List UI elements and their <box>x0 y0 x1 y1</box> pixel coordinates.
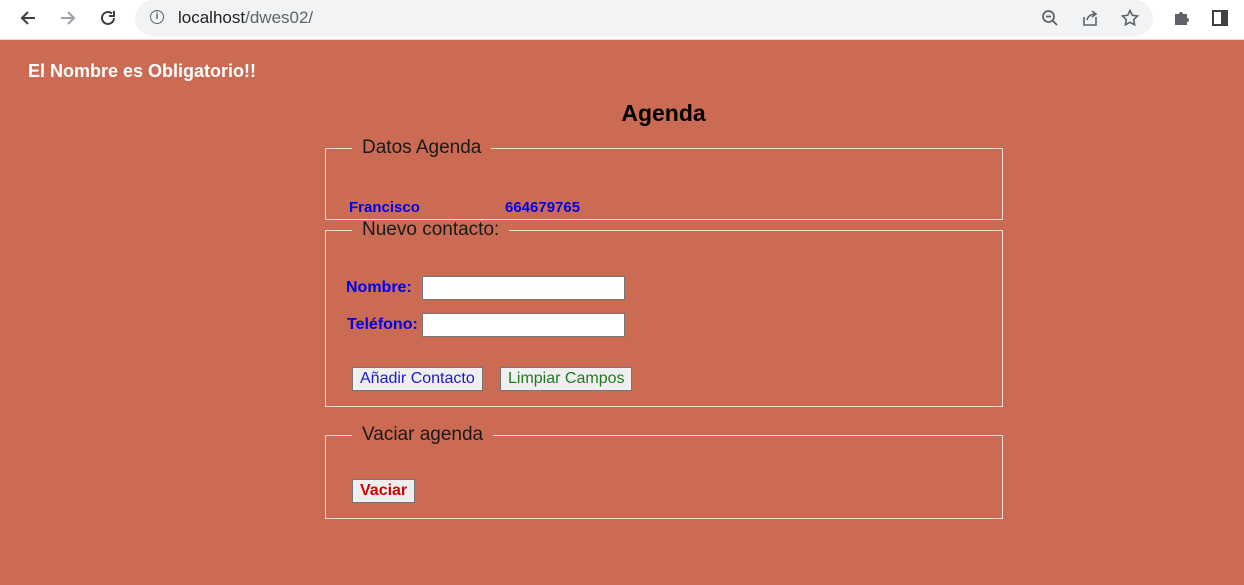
url-text[interactable]: localhost/dwes02/ <box>178 8 313 28</box>
vaciar-agenda-legend: Vaciar agenda <box>362 424 484 445</box>
nombre-label: Nombre: <box>346 279 412 296</box>
nuevo-contacto-legend: Nuevo contacto: <box>362 219 500 240</box>
address-bar[interactable]: i localhost/dwes02/ <box>135 0 1153 36</box>
add-contact-button[interactable]: Añadir Contacto <box>352 367 483 391</box>
extensions-puzzle-icon[interactable] <box>1169 8 1193 28</box>
reload-icon[interactable] <box>96 8 120 28</box>
empty-agenda-button[interactable]: Vaciar <box>352 479 416 503</box>
nombre-input[interactable] <box>422 276 625 300</box>
back-arrow-icon[interactable] <box>16 8 40 28</box>
url-host: localhost <box>178 8 246 27</box>
contact-name: Francisco <box>349 199 420 216</box>
datos-agenda-fieldset: Datos Agenda Francisco 664679765 <box>325 137 1003 220</box>
bookmark-star-icon[interactable] <box>1119 7 1141 29</box>
telefono-input[interactable] <box>422 313 625 337</box>
nuevo-contacto-fieldset: Nuevo contacto: Nombre: Teléfono: Añadir… <box>325 219 1003 407</box>
side-panel-icon[interactable] <box>1208 8 1232 28</box>
site-info-icon[interactable]: i <box>150 10 164 24</box>
page-title: Agenda <box>621 100 706 126</box>
browser-toolbar: i localhost/dwes02/ <box>0 0 1244 40</box>
vaciar-agenda-fieldset: Vaciar agenda Vaciar <box>325 424 1003 519</box>
zoom-icon[interactable] <box>1039 7 1061 29</box>
datos-agenda-legend: Datos Agenda <box>362 137 482 158</box>
forward-arrow-icon[interactable] <box>56 8 80 28</box>
url-path: /dwes02/ <box>245 8 314 27</box>
error-message: El Nombre es Obligatorio!! <box>28 61 257 81</box>
telefono-label: Teléfono: <box>347 316 418 333</box>
contact-phone: 664679765 <box>505 199 581 216</box>
share-icon[interactable] <box>1079 7 1101 29</box>
clear-fields-button[interactable]: Limpiar Campos <box>500 367 633 391</box>
